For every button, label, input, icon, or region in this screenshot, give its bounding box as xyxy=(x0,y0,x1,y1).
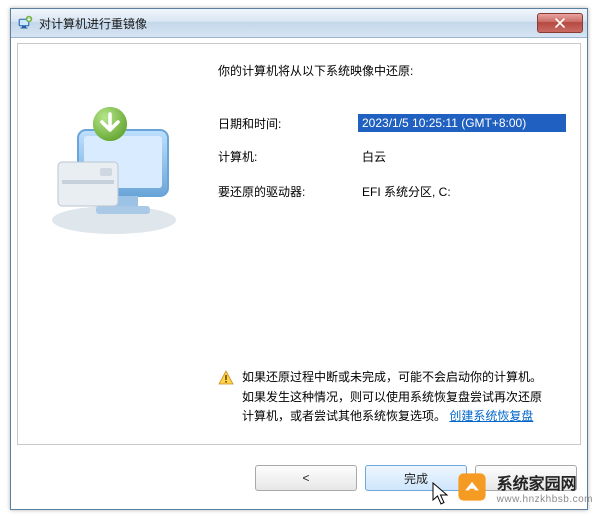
field-drives: 要还原的驱动器: EFI 系统分区, C: xyxy=(218,181,566,202)
intro-text: 你的计算机将从以下系统映像中还原: xyxy=(218,62,413,79)
window-title: 对计算机进行重镜像 xyxy=(39,15,537,32)
computer-label: 计算机: xyxy=(218,148,358,165)
close-icon xyxy=(555,18,565,28)
drives-label: 要还原的驱动器: xyxy=(218,183,358,200)
field-datetime: 日期和时间: 2023/1/5 10:25:11 (GMT+8:00) xyxy=(218,114,566,132)
content-panel: 你的计算机将从以下系统映像中还原: xyxy=(17,43,581,445)
reimage-dialog: 对计算机进行重镜像 你的计算机将从以下系统映像中还原: xyxy=(10,8,588,510)
create-recovery-disk-link[interactable]: 创建系统恢复盘 xyxy=(449,409,533,423)
button-row: < 完成 xyxy=(17,455,581,501)
datetime-value[interactable]: 2023/1/5 10:25:11 (GMT+8:00) xyxy=(358,114,566,132)
warning-text: 如果还原过程中断或未完成，可能不会启动你的计算机。 如果发生这种情况，则可以使用… xyxy=(242,368,542,426)
warning-line2b: 计算机，或者尝试其他系统恢复选项。 xyxy=(242,409,446,423)
field-computer: 计算机: 白云 xyxy=(218,146,566,167)
titlebar[interactable]: 对计算机进行重镜像 xyxy=(11,9,587,38)
cancel-button[interactable] xyxy=(475,465,577,491)
drives-value: EFI 系统分区, C: xyxy=(358,181,566,202)
datetime-label: 日期和时间: xyxy=(218,115,358,132)
app-icon xyxy=(17,15,33,31)
back-button[interactable]: < xyxy=(255,465,357,491)
warning-line1: 如果还原过程中断或未完成，可能不会启动你的计算机。 xyxy=(242,370,542,384)
warning-block: 如果还原过程中断或未完成，可能不会启动你的计算机。 如果发生这种情况，则可以使用… xyxy=(218,368,566,426)
warning-line2a: 如果发生这种情况，则可以使用系统恢复盘尝试再次还原 xyxy=(242,390,542,404)
warning-icon xyxy=(218,370,236,426)
summary-fields: 日期和时间: 2023/1/5 10:25:11 (GMT+8:00) 计算机:… xyxy=(218,114,566,216)
finish-button[interactable]: 完成 xyxy=(365,465,467,491)
close-button[interactable] xyxy=(537,13,583,33)
computer-value: 白云 xyxy=(358,146,566,167)
restore-illustration xyxy=(34,100,194,240)
